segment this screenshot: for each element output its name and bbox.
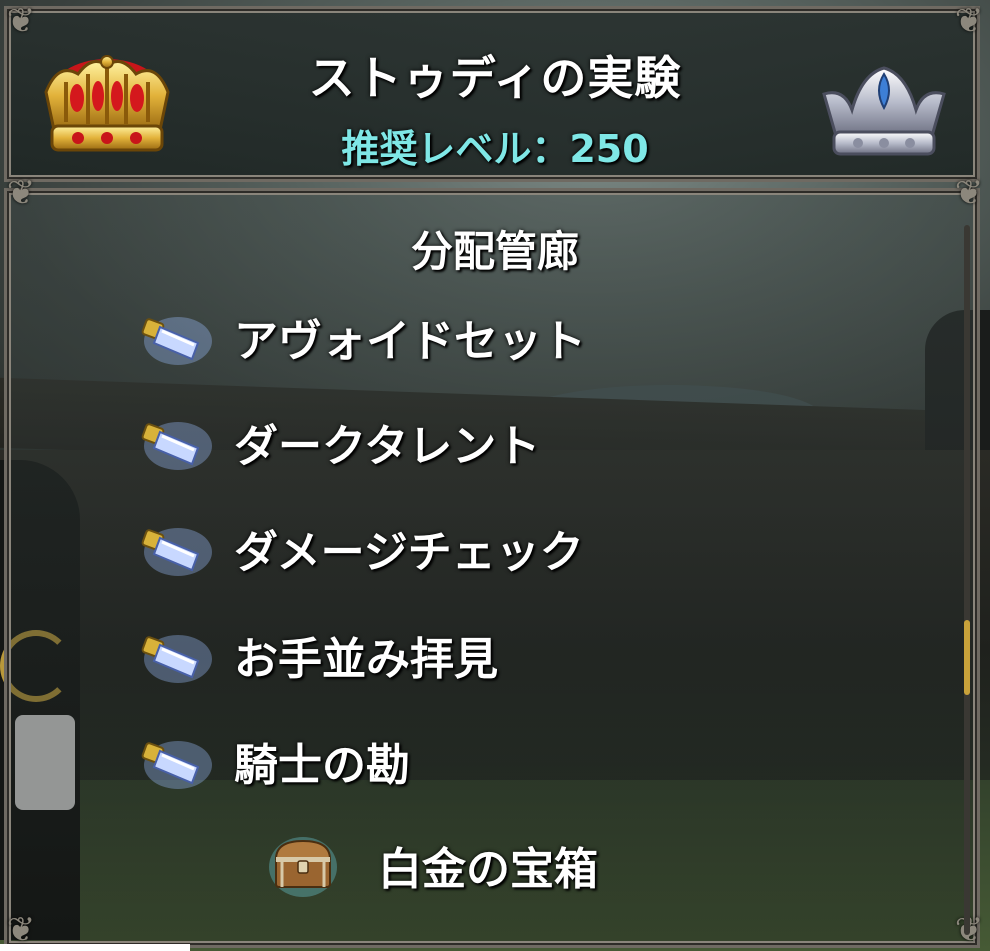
frame-corner-ornament: ❦ bbox=[954, 1, 984, 41]
crystal-key-icon bbox=[141, 635, 212, 683]
section-title: 分配管廊 bbox=[410, 227, 579, 276]
reward-item[interactable]: 白金の宝箱 bbox=[268, 830, 598, 900]
stage-item[interactable]: 騎士の勘 bbox=[140, 726, 410, 796]
recommended-level: 推奨レベル：250 bbox=[341, 127, 649, 171]
stage-item[interactable]: お手並み拝見 bbox=[140, 620, 498, 690]
stage-item[interactable]: ダークタレント bbox=[140, 407, 540, 477]
frame-corner-ornament: ❦ bbox=[6, 1, 36, 41]
scrollbar[interactable] bbox=[964, 225, 970, 935]
reward-label: 白金の宝箱 bbox=[378, 844, 598, 895]
frame-corner-ornament: ❦ bbox=[6, 173, 36, 213]
stage-label: 騎士の勘 bbox=[234, 740, 410, 791]
stage-item[interactable]: アヴォイドセット bbox=[140, 302, 586, 372]
treasure-chest-icon bbox=[269, 837, 337, 897]
stage-label: お手並み拝見 bbox=[234, 634, 498, 685]
crystal-key-icon bbox=[141, 528, 212, 576]
dungeon-title: ストゥディの実験 bbox=[308, 51, 682, 105]
stage-item[interactable]: ダメージチェック bbox=[140, 513, 584, 583]
frame-corner-ornament: ❦ bbox=[954, 173, 984, 213]
stage-label: アヴォイドセット bbox=[234, 316, 586, 367]
crystal-key-icon bbox=[141, 422, 212, 470]
crystal-key-icon bbox=[141, 317, 212, 365]
stage-label: ダークタレント bbox=[234, 421, 541, 472]
scrollbar-thumb[interactable] bbox=[964, 620, 970, 695]
screen-edge bbox=[0, 944, 190, 951]
stage-label: ダメージチェック bbox=[234, 527, 584, 578]
crystal-key-icon bbox=[141, 741, 212, 789]
